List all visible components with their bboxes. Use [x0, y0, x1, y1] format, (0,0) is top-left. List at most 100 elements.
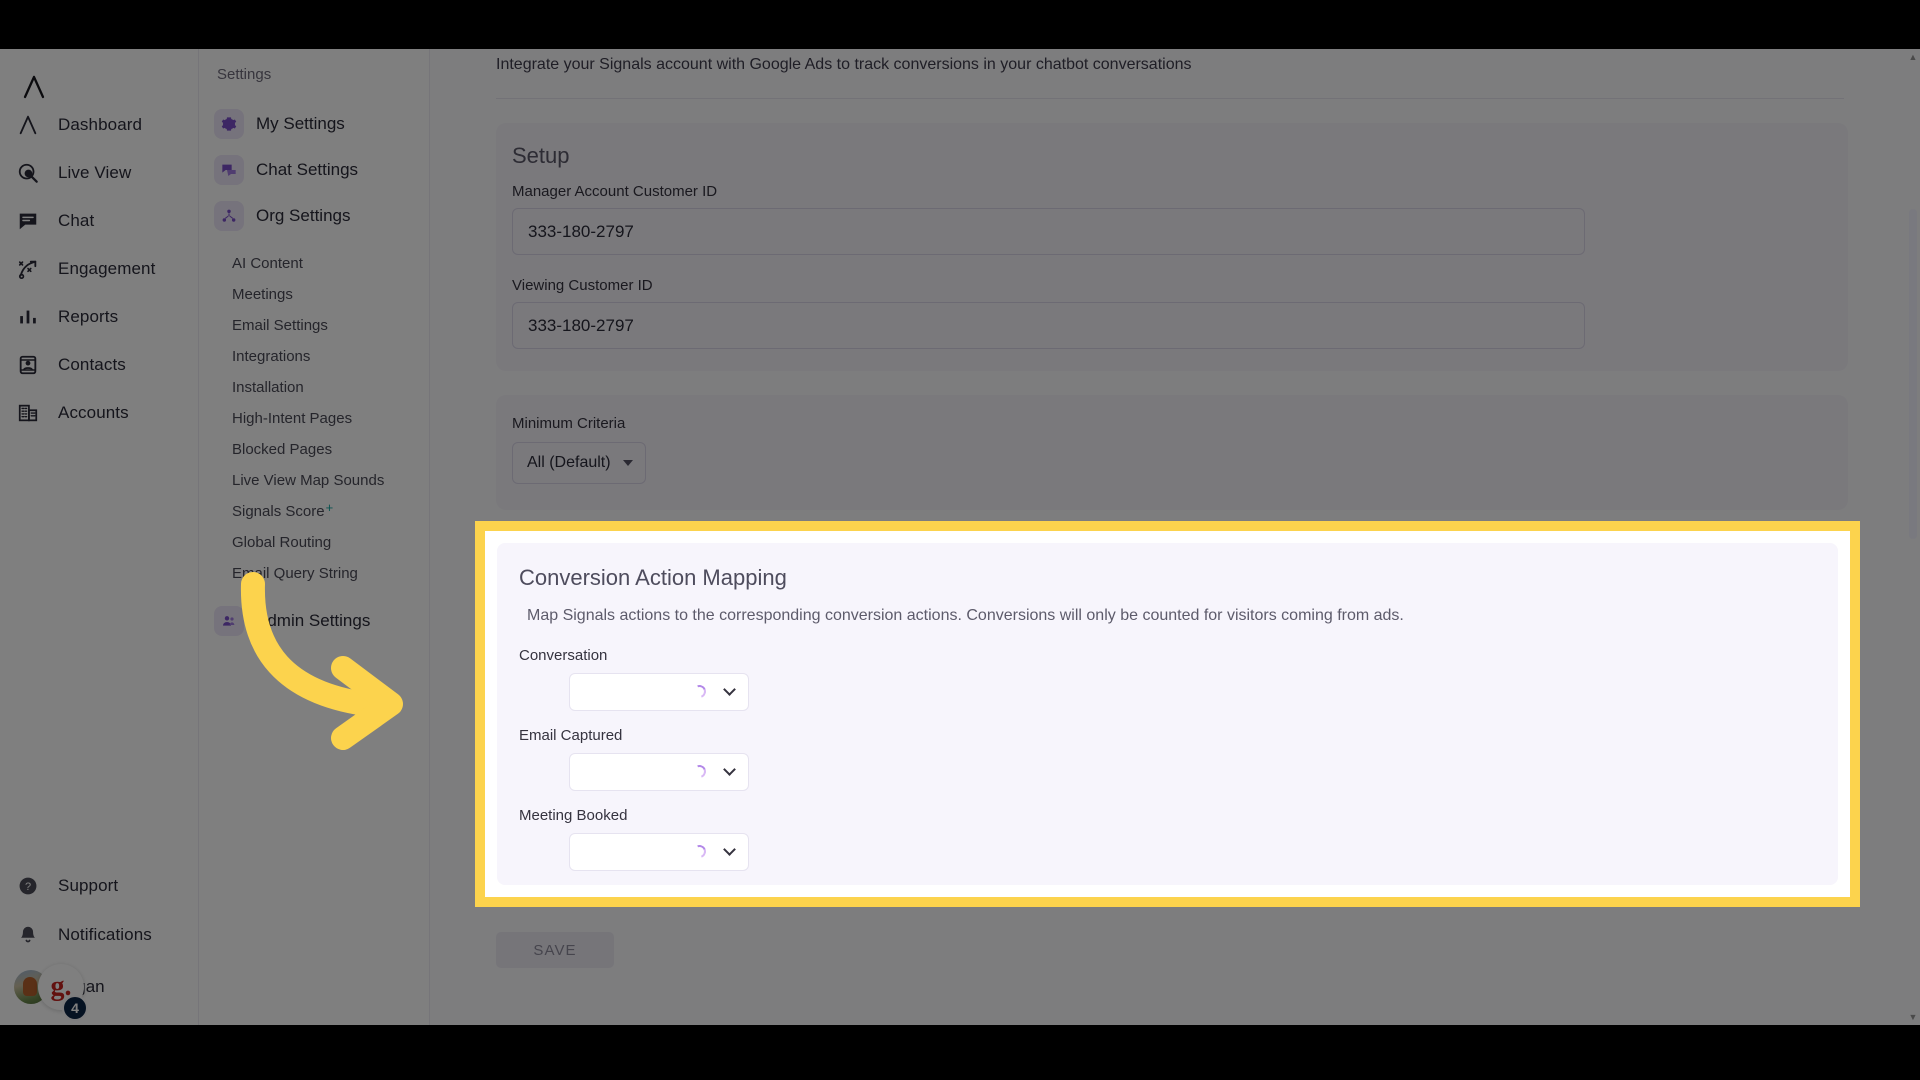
scroll-down-arrow-icon[interactable]: ▼ — [1908, 1011, 1918, 1023]
admin-icon — [214, 606, 244, 636]
scrollbar-thumb[interactable] — [1909, 209, 1917, 539]
conversation-select[interactable] — [569, 673, 749, 711]
sidebar-item-label: Chat — [58, 211, 95, 230]
setup-card-title: Setup — [512, 143, 570, 168]
settings-item-label: Chat Settings — [256, 160, 359, 179]
primary-nav-list: Dashboard Live View Chat Engagement Repo… — [0, 101, 199, 437]
sidebar-item-notifications[interactable]: Notifications — [0, 910, 199, 959]
conversation-label: Conversation — [519, 647, 608, 664]
settings-subitem-label: Installation — [232, 379, 304, 396]
settings-subitem-global-routing[interactable]: Global Routing — [199, 527, 430, 558]
manager-account-customer-id-input[interactable]: 333-180-2797 — [512, 208, 1585, 255]
email-captured-select[interactable] — [569, 753, 749, 791]
contacts-icon — [14, 351, 42, 379]
sidebar-item-label: Contacts — [58, 355, 126, 374]
settings-subitem-installation[interactable]: Installation — [199, 372, 430, 403]
sidebar-item-live-view[interactable]: Live View — [0, 149, 199, 197]
sidebar-item-label: Reports — [58, 307, 119, 326]
sidebar-item-label: Engagement — [58, 259, 156, 278]
field-label: Viewing Customer ID — [512, 277, 653, 294]
settings-item-label: Admin Settings — [256, 611, 371, 630]
manager-account-customer-id-field: Manager Account Customer ID 333-180-2797 — [512, 183, 1832, 255]
divider — [496, 98, 1844, 99]
sidebar-item-dashboard[interactable]: Dashboard — [0, 101, 199, 149]
settings-subitem-live-view-map-sounds[interactable]: Live View Map Sounds — [199, 465, 430, 496]
primary-sidebar: Dashboard Live View Chat Engagement Repo… — [0, 49, 199, 1025]
sidebar-item-chat[interactable]: Chat — [0, 197, 199, 245]
sidebar-item-label: Notifications — [58, 924, 152, 944]
settings-subitem-blocked-pages[interactable]: Blocked Pages — [199, 434, 430, 465]
scroll-up-arrow-icon[interactable]: ▲ — [1908, 51, 1918, 63]
svg-text:?: ? — [25, 881, 31, 893]
settings-item-admin-settings[interactable]: Admin Settings — [199, 598, 430, 644]
live-view-icon — [14, 159, 42, 187]
sidebar-item-reports[interactable]: Reports — [0, 293, 199, 341]
settings-item-label: Org Settings — [256, 206, 351, 225]
sidebar-item-label: Support — [58, 875, 119, 895]
settings-subitem-integrations[interactable]: Integrations — [199, 341, 430, 372]
settings-subitem-email-query-string[interactable]: Email Query String — [199, 558, 430, 589]
conversion-action-mapping-card: Conversion Action Mapping Map Signals ac… — [475, 521, 1860, 907]
sidebar-item-label: Accounts — [58, 403, 129, 422]
settings-subitem-label: Signals Score — [232, 503, 325, 520]
sidebar-bottom-section: ? Support Notifications Ngan g. 4 — [0, 861, 199, 1021]
settings-sidebar-title: Settings — [217, 66, 272, 83]
settings-item-my-settings[interactable]: My Settings — [199, 101, 430, 147]
chevron-down-icon — [622, 460, 633, 466]
gear-icon — [214, 109, 244, 139]
minimum-criteria-card: Minimum Criteria All (Default) — [496, 395, 1848, 510]
settings-subitem-label: High-Intent Pages — [232, 410, 353, 427]
settings-subitem-meetings[interactable]: Meetings — [199, 279, 430, 310]
viewing-customer-id-field: Viewing Customer ID 333-180-2797 — [512, 277, 1832, 349]
viewing-customer-id-input[interactable]: 333-180-2797 — [512, 302, 1585, 349]
setup-card: Setup Manager Account Customer ID 333-18… — [496, 123, 1848, 371]
sidebar-item-accounts[interactable]: Accounts — [0, 389, 199, 437]
settings-sidebar: Settings My Settings Chat Settings Org S… — [199, 49, 430, 1025]
chat-bubbles-icon — [214, 155, 244, 185]
sidebar-item-support[interactable]: ? Support — [0, 861, 199, 910]
loading-spinner-icon — [690, 842, 709, 861]
settings-item-org-settings[interactable]: Org Settings — [199, 193, 430, 239]
minimum-criteria-label: Minimum Criteria — [512, 415, 626, 432]
sidebar-item-label: Dashboard — [58, 115, 143, 134]
minimum-criteria-value: All (Default) — [527, 454, 611, 471]
loading-spinner-icon — [690, 682, 709, 701]
settings-subitem-label: AI Content — [232, 255, 303, 272]
sidebar-item-contacts[interactable]: Contacts — [0, 341, 199, 389]
loading-spinner-icon — [690, 762, 709, 781]
chevron-down-icon — [723, 683, 736, 696]
letterbox-bottom — [0, 1025, 1920, 1080]
premium-plus-marker: + — [325, 500, 334, 515]
settings-subitem-label: Blocked Pages — [232, 441, 333, 458]
user-profile-row[interactable]: Ngan g. 4 — [0, 959, 199, 1021]
accounts-icon — [14, 399, 42, 427]
settings-subitem-label: Integrations — [232, 348, 311, 365]
bell-icon — [14, 921, 42, 949]
vertical-scrollbar[interactable]: ▲ ▼ — [1906, 49, 1920, 1025]
org-icon — [214, 201, 244, 231]
notification-count-badge: 4 — [62, 995, 88, 1021]
email-captured-label: Email Captured — [519, 727, 623, 744]
chevron-down-icon — [723, 843, 736, 856]
help-circle-icon: ? — [14, 872, 42, 900]
sidebar-item-label: Live View — [58, 163, 132, 182]
conversion-action-mapping-inner: Conversion Action Mapping Map Signals ac… — [497, 543, 1838, 885]
settings-subitem-email-settings[interactable]: Email Settings — [199, 310, 430, 341]
meeting-booked-select[interactable] — [569, 833, 749, 871]
chevron-down-icon — [723, 763, 736, 776]
settings-subitem-signals-score[interactable]: Signals Score + — [199, 496, 430, 527]
settings-subitem-ai-content[interactable]: AI Content — [199, 248, 430, 279]
reports-icon — [14, 303, 42, 331]
letterbox-top — [0, 0, 1920, 49]
settings-item-chat-settings[interactable]: Chat Settings — [199, 147, 430, 193]
minimum-criteria-select[interactable]: All (Default) — [512, 442, 646, 484]
settings-subitem-high-intent-pages[interactable]: High-Intent Pages — [199, 403, 430, 434]
settings-nav-list: My Settings Chat Settings Org Settings A… — [199, 101, 430, 644]
meeting-booked-label: Meeting Booked — [519, 807, 628, 824]
sidebar-item-engagement[interactable]: Engagement — [0, 245, 199, 293]
page-intro-text: Integrate your Signals account with Goog… — [496, 56, 1192, 73]
screen: Dashboard Live View Chat Engagement Repo… — [0, 0, 1920, 1080]
save-button[interactable]: SAVE — [496, 932, 614, 968]
